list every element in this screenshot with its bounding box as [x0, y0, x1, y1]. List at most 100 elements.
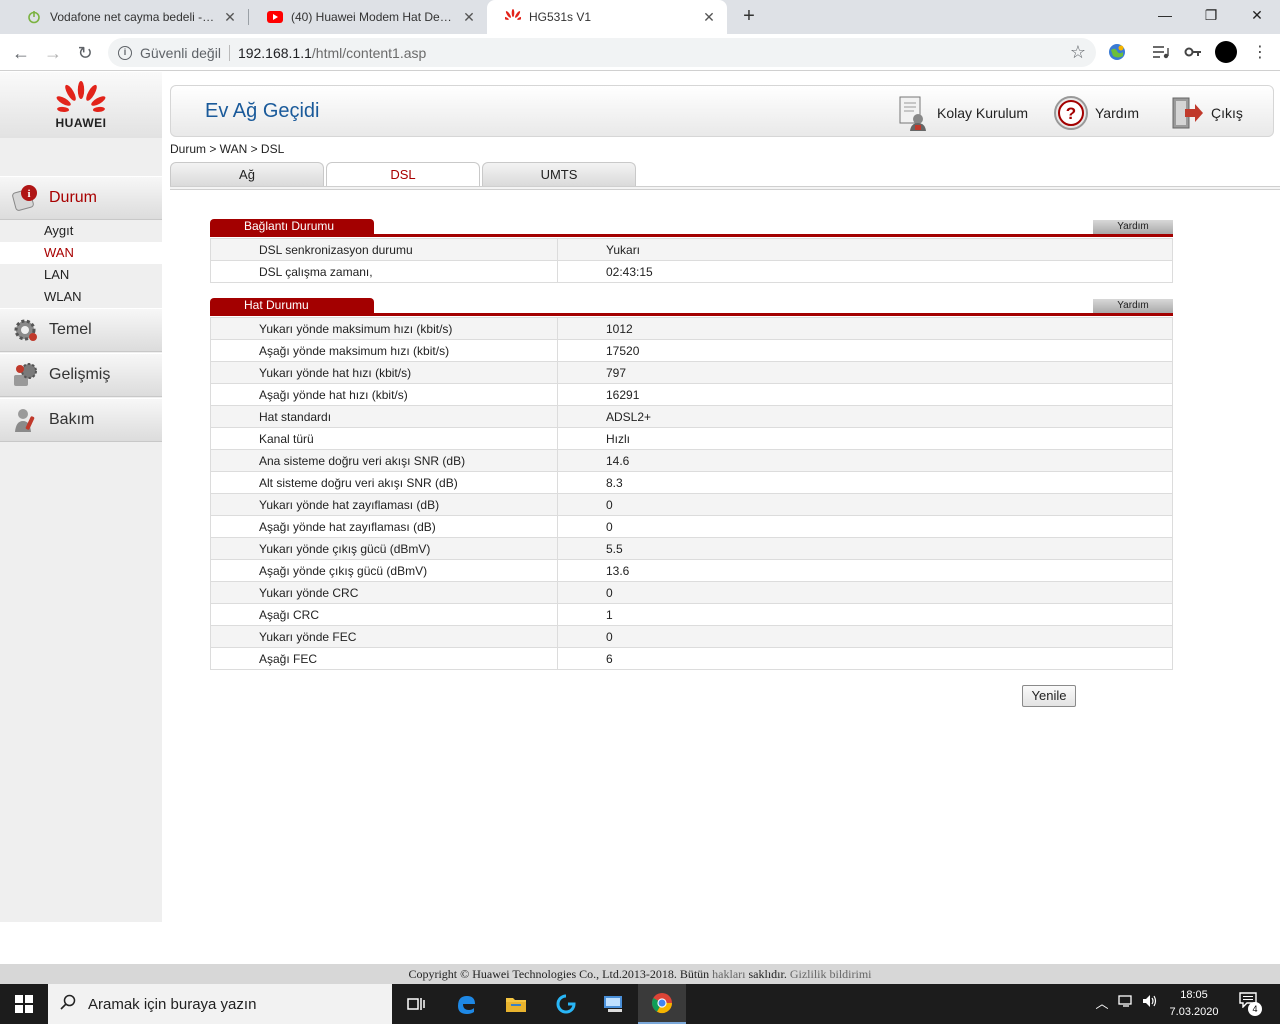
- help-button[interactable]: ? Yardım: [1053, 94, 1139, 132]
- power-icon: [26, 9, 42, 25]
- tab-ag[interactable]: Ağ: [170, 162, 324, 186]
- taskbar-search[interactable]: Aramak için buraya yazın: [48, 984, 392, 1024]
- sidebar-item-wlan[interactable]: WLAN: [0, 286, 162, 308]
- easy-setup-label: Kolay Kurulum: [937, 105, 1029, 121]
- table-row: Yukarı yönde hat hızı (kbit/s) 797: [210, 361, 1173, 384]
- task-view-icon[interactable]: [392, 984, 440, 1024]
- row-value: 17520: [557, 339, 1173, 362]
- row-value: 8.3: [557, 471, 1173, 494]
- page-footer: Copyright © Huawei Technologies Co., Ltd…: [0, 964, 1280, 984]
- table-row: Yukarı yönde maksimum hızı (kbit/s) 1012: [210, 317, 1173, 340]
- notification-count: 4: [1248, 1002, 1262, 1016]
- copyright-text: Copyright © Huawei Technologies Co., Ltd…: [408, 967, 710, 981]
- browser-tab-vodafone[interactable]: Vodafone net cayma bedeli - Tech ✕: [8, 0, 248, 34]
- maximize-button[interactable]: ❐: [1188, 0, 1234, 30]
- remote-desktop-icon[interactable]: [590, 984, 638, 1024]
- start-button[interactable]: [0, 984, 48, 1024]
- section-help-button[interactable]: Yardım: [1093, 220, 1173, 234]
- row-key: Aşağı yönde hat hızı (kbit/s): [210, 383, 558, 406]
- close-tab-icon[interactable]: ✕: [222, 9, 238, 25]
- browser-tab-hg531s[interactable]: HG531s V1 ✕: [487, 0, 727, 34]
- row-key: Alt sisteme doğru veri akışı SNR (dB): [210, 471, 558, 494]
- sidebar-section-gelismis[interactable]: Gelişmiş: [0, 353, 162, 397]
- status-icon: i: [10, 183, 40, 213]
- star-icon[interactable]: ☆: [1070, 42, 1086, 63]
- table-row: DSL senkronizasyon durumu Yukarı: [210, 238, 1173, 261]
- tab-dsl[interactable]: DSL: [326, 162, 480, 186]
- rights-link[interactable]: hakları: [712, 967, 745, 981]
- chevron-up-icon[interactable]: ︿: [1092, 994, 1112, 1014]
- row-key: DSL senkronizasyon durumu: [210, 238, 558, 261]
- sidebar-section-label: Bakım: [49, 411, 95, 428]
- privacy-link[interactable]: Gizlilik bildirimi: [790, 967, 872, 981]
- row-key: Yukarı yönde çıkış gücü (dBmV): [210, 537, 558, 560]
- close-tab-icon[interactable]: ✕: [461, 9, 477, 25]
- huawei-logo: HUAWEI: [0, 72, 162, 138]
- youtube-icon: [267, 9, 283, 25]
- row-value: 14.6: [557, 449, 1173, 472]
- row-key: Aşağı FEC: [210, 647, 558, 670]
- forward-button[interactable]: →: [40, 40, 66, 66]
- connection-status-table: DSL senkronizasyon durumu Yukarı DSL çalı…: [210, 238, 1173, 283]
- sidebar-section-bakim[interactable]: Bakım: [0, 398, 162, 442]
- row-key: Hat standardı: [210, 405, 558, 428]
- file-explorer-icon[interactable]: [492, 984, 540, 1024]
- back-button[interactable]: ←: [8, 40, 34, 66]
- row-value: 0: [557, 625, 1173, 648]
- volume-icon[interactable]: [1140, 994, 1160, 1014]
- sidebar-section-label: Gelişmiş: [49, 366, 111, 383]
- close-tab-icon[interactable]: ✕: [701, 9, 717, 25]
- browser-tab-title: (40) Huawei Modem Hat Değerleri: [291, 10, 455, 24]
- sidebar-item-wan[interactable]: WAN: [0, 242, 162, 264]
- maintenance-icon: [10, 405, 40, 435]
- network-icon[interactable]: [1116, 994, 1136, 1014]
- system-clock[interactable]: 18:05 7.03.2020: [1162, 987, 1226, 1021]
- easy-setup-button[interactable]: Kolay Kurulum: [895, 94, 1028, 132]
- row-value: 1012: [557, 317, 1173, 340]
- browser-tab-youtube[interactable]: (40) Huawei Modem Hat Değerleri ✕: [249, 0, 487, 34]
- address-bar[interactable]: i Güvenli değil 192.168.1.1/html/content…: [108, 38, 1096, 67]
- table-row: Hat standardı ADSL2+: [210, 405, 1173, 428]
- reload-button[interactable]: ↻: [72, 40, 98, 66]
- rights-text: saklıdır.: [748, 967, 787, 981]
- new-tab-button[interactable]: +: [738, 6, 760, 28]
- row-key: Aşağı yönde çıkış gücü (dBmV): [210, 559, 558, 582]
- tab-umts[interactable]: UMTS: [482, 162, 636, 186]
- section-help-button[interactable]: Yardım: [1093, 299, 1173, 313]
- row-key: Yukarı yönde maksimum hızı (kbit/s): [210, 317, 558, 340]
- minimize-button[interactable]: —: [1142, 0, 1188, 30]
- line-status-header: Hat Durumu Yardım: [210, 298, 1173, 316]
- profile-avatar-icon[interactable]: [1215, 41, 1237, 63]
- notification-center-icon[interactable]: 4: [1234, 992, 1262, 1016]
- table-row: Alt sisteme doğru veri akışı SNR (dB) 8.3: [210, 471, 1173, 494]
- svg-text:?: ?: [1066, 104, 1076, 123]
- router-sidebar: HUAWEI i Durum Aygıt WAN LAN WLAN Temel …: [0, 72, 162, 922]
- media-queue-icon[interactable]: [1151, 42, 1171, 62]
- logitech-icon[interactable]: [542, 984, 590, 1024]
- extension-globe-icon[interactable]: [1107, 42, 1127, 62]
- row-value: 0: [557, 493, 1173, 516]
- sidebar-item-lan[interactable]: LAN: [0, 264, 162, 286]
- menu-icon[interactable]: ⋮: [1250, 42, 1270, 62]
- chrome-icon[interactable]: [638, 984, 686, 1024]
- table-row: Yukarı yönde çıkış gücü (dBmV) 5.5: [210, 537, 1173, 560]
- logout-button[interactable]: Çıkış: [1169, 94, 1243, 132]
- search-placeholder: Aramak için buraya yazın: [88, 995, 257, 1013]
- edge-icon[interactable]: [442, 984, 490, 1024]
- row-value: 797: [557, 361, 1173, 384]
- row-value: 0: [557, 581, 1173, 604]
- browser-tab-title: Vodafone net cayma bedeli - Tech: [50, 10, 216, 24]
- close-window-button[interactable]: ✕: [1234, 0, 1280, 30]
- sidebar-section-temel[interactable]: Temel: [0, 308, 162, 352]
- connection-status-header: Bağlantı Durumu Yardım: [210, 219, 1173, 237]
- table-row: DSL çalışma zamanı, 02:43:15: [210, 260, 1173, 283]
- refresh-button[interactable]: Yenile: [1022, 685, 1076, 707]
- search-icon: [60, 994, 76, 1015]
- info-icon[interactable]: i: [118, 45, 132, 60]
- sidebar-section-durum[interactable]: i Durum: [0, 176, 162, 220]
- basic-gear-icon: [10, 315, 40, 345]
- key-icon[interactable]: [1183, 42, 1203, 62]
- table-row: Kanal türü Hızlı: [210, 427, 1173, 450]
- row-value: 16291: [557, 383, 1173, 406]
- sidebar-item-aygit[interactable]: Aygıt: [0, 220, 162, 242]
